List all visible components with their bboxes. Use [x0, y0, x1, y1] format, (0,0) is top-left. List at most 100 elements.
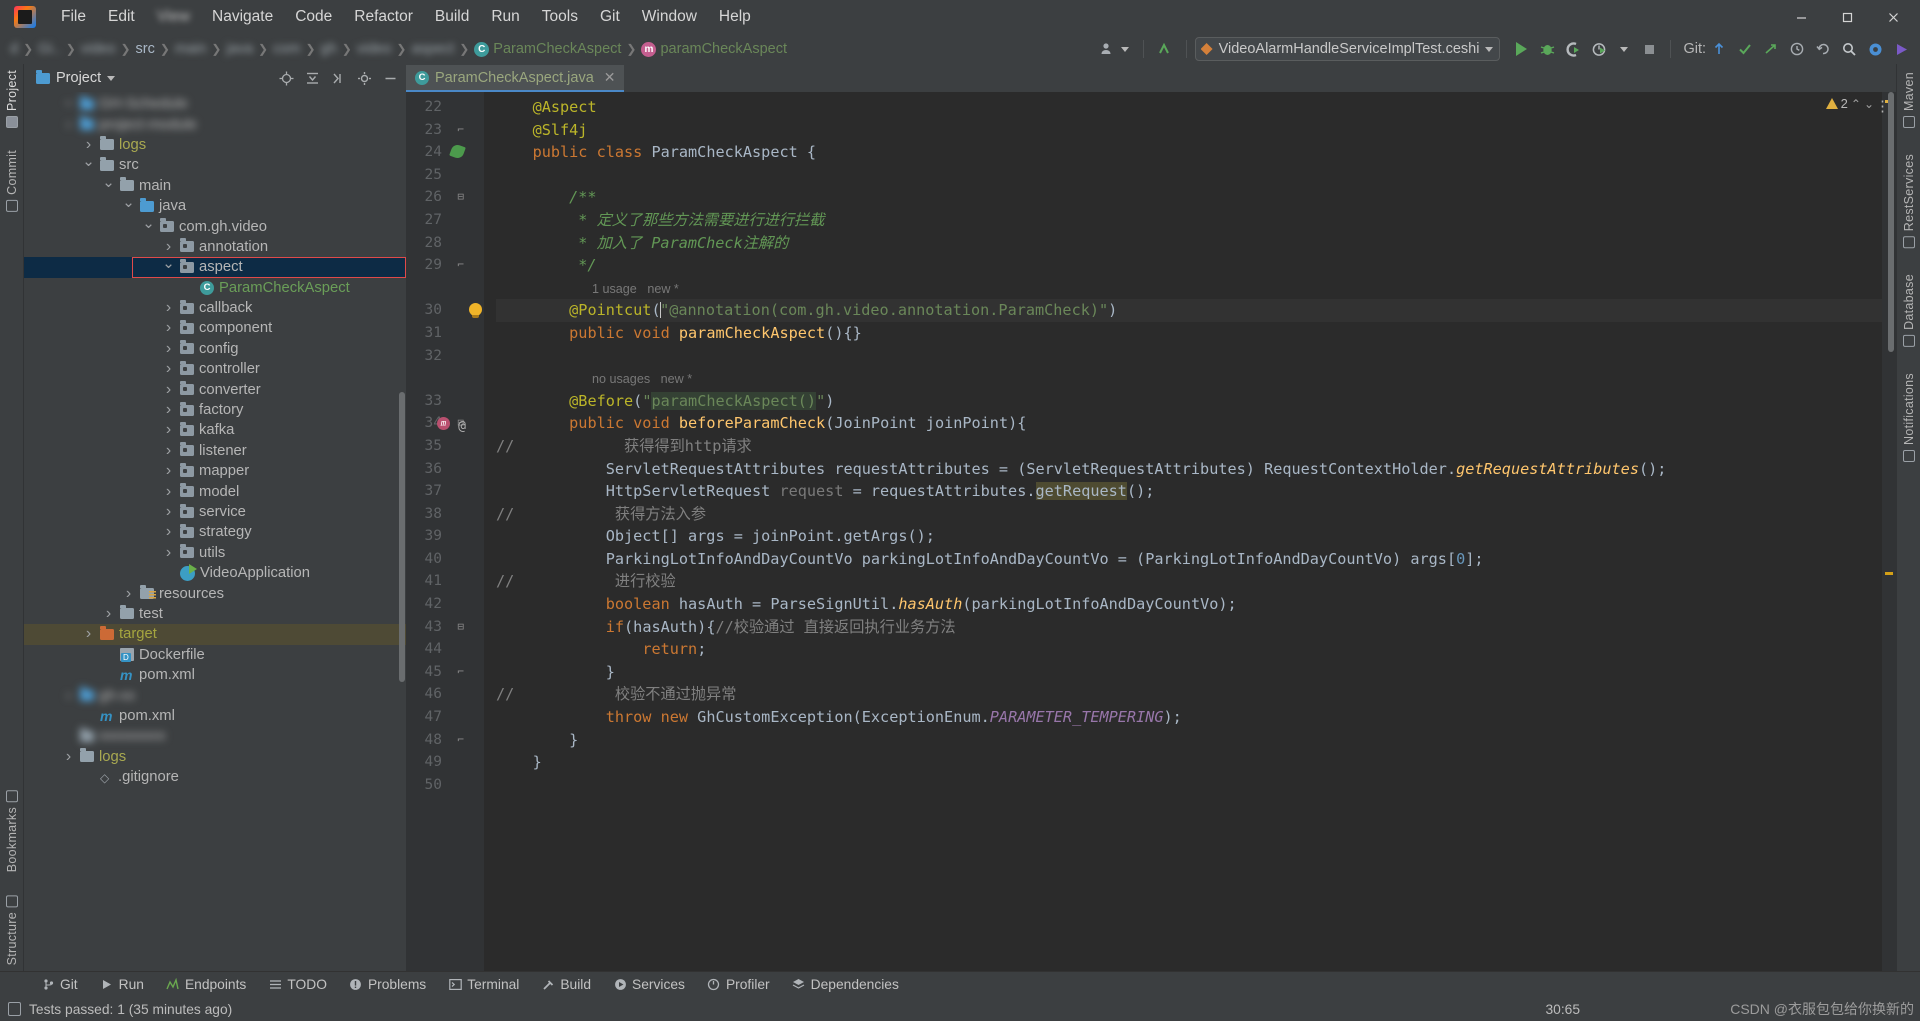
expand-arrow-icon[interactable] [102, 607, 115, 620]
tree-node-src[interactable]: src [24, 155, 406, 175]
breadcrumb-9[interactable]: aspect [411, 41, 454, 57]
expand-arrow-icon[interactable] [162, 506, 175, 519]
gutter-line[interactable] [406, 367, 484, 390]
locate-icon[interactable] [276, 68, 296, 88]
tree-node-kafka[interactable]: kafka [24, 420, 406, 440]
gutter-line[interactable]: 33 [406, 390, 484, 413]
tree-node-converter[interactable]: converter [24, 379, 406, 399]
code-line[interactable]: } [496, 751, 1882, 774]
tree-node-videoapplication[interactable]: VideoApplication [24, 563, 406, 583]
gutter-line[interactable]: 40 [406, 548, 484, 571]
code-hint-line[interactable]: no usages new * [496, 367, 1882, 390]
toolwindow-build[interactable]: Build [530, 972, 602, 998]
project-tree-scrollbar[interactable] [399, 392, 405, 682]
expand-arrow-icon[interactable] [162, 240, 175, 253]
sidebar-item-maven[interactable]: Maven [1902, 72, 1916, 129]
code-line[interactable] [496, 774, 1882, 797]
code-line[interactable]: @Before("paramCheckAspect()") [496, 390, 1882, 413]
gutter-line[interactable]: 46 [406, 683, 484, 706]
navigate-back-icon[interactable] [1152, 37, 1178, 61]
sidebar-item-database[interactable]: Database [1902, 274, 1916, 348]
intention-bulb-icon[interactable] [469, 303, 482, 319]
editor-marker-strip[interactable] [1882, 92, 1896, 971]
expand-icon[interactable] [328, 68, 348, 88]
menu-git[interactable]: Git [589, 4, 631, 30]
code-line[interactable]: } [496, 729, 1882, 752]
code-line[interactable]: Object[] args = joinPoint.getArgs(); [496, 525, 1882, 548]
tree-node-test[interactable]: test [24, 604, 406, 624]
tree-node-aspect[interactable]: aspect [24, 257, 406, 278]
expand-arrow-icon[interactable] [162, 404, 175, 417]
gutter-line[interactable]: 28 [406, 232, 484, 255]
expand-arrow-icon[interactable] [122, 587, 135, 600]
usage-hint[interactable]: no usages new * [592, 372, 692, 386]
tree-node-utils[interactable]: utils [24, 543, 406, 563]
editor-options-icon[interactable]: ⋮ [1875, 97, 1890, 115]
menu-build[interactable]: Build [424, 4, 480, 30]
code-line[interactable]: // 进行校验 [496, 570, 1882, 593]
close-button[interactable] [1870, 0, 1916, 34]
gear-icon[interactable] [354, 68, 374, 88]
menu-edit[interactable]: Edit [97, 4, 146, 30]
toolwindow-problems[interactable]: Problems [338, 972, 437, 998]
breadcrumb-7[interactable]: gh [321, 41, 337, 57]
code-line[interactable]: HttpServletRequest request = requestAttr… [496, 480, 1882, 503]
expand-arrow-icon[interactable] [162, 485, 175, 498]
expand-arrow-icon[interactable] [162, 302, 175, 315]
gutter-line[interactable] [406, 277, 484, 300]
breadcrumb-class[interactable]: ParamCheckAspect [493, 41, 621, 57]
expand-arrow-icon[interactable] [162, 465, 175, 478]
tree-node-service[interactable]: service [24, 502, 406, 522]
code-line[interactable]: public void paramCheckAspect(){} [496, 322, 1882, 345]
tree-node-pom-xml[interactable]: m pom.xml [24, 665, 406, 685]
breadcrumb-0[interactable]: d [10, 41, 18, 57]
gutter-line[interactable]: 47 [406, 706, 484, 729]
code-line[interactable]: @Pointcut("@annotation(com.gh.video.anno… [496, 299, 1882, 322]
tree-node-gh-xx[interactable]: gh-xx [24, 685, 406, 705]
sidebar-item-restservices[interactable]: RestServices [1902, 154, 1916, 249]
run-icon[interactable] [1508, 37, 1534, 61]
chevron-down-icon[interactable]: ⌄ [1864, 97, 1874, 111]
fold-end-icon[interactable]: ⌐ [453, 259, 464, 270]
tree-node-factory[interactable]: factory [24, 400, 406, 420]
gutter-line[interactable]: 30 [406, 299, 484, 322]
caret-position[interactable]: 30:65 [1545, 1002, 1580, 1017]
profiler-icon[interactable] [1586, 37, 1612, 61]
settings-icon[interactable] [1862, 37, 1888, 61]
chevron-down-icon[interactable] [1485, 46, 1494, 52]
menu-help[interactable]: Help [708, 4, 762, 30]
code-line[interactable]: public class ParamCheckAspect { [496, 141, 1882, 164]
run-with-coverage-icon[interactable] [1560, 37, 1586, 61]
fold-start-icon[interactable]: ⊟ [453, 191, 464, 202]
tree-node-controller[interactable]: controller [24, 359, 406, 379]
stop-icon[interactable] [1636, 37, 1662, 61]
expand-arrow-icon[interactable] [162, 526, 175, 539]
maximize-button[interactable] [1824, 0, 1870, 34]
run-configuration-selector[interactable]: VideoAlarmHandleServiceImplTest.ceshi [1194, 37, 1501, 61]
breadcrumb-6[interactable]: com [273, 41, 300, 57]
tree-node-config[interactable]: config [24, 339, 406, 359]
gutter-line[interactable]: 24 [406, 141, 484, 164]
tree-node-gh-schedule[interactable]: GH-Schedule [24, 94, 406, 114]
toolwindow-terminal[interactable]: Terminal [437, 972, 530, 998]
code-line[interactable]: // 校验不通过抛异常 [496, 683, 1882, 706]
tree-node-project-module[interactable]: project-module [24, 114, 406, 134]
gutter-line[interactable]: 22 [406, 96, 484, 119]
collapse-arrow-icon[interactable] [162, 261, 175, 274]
code-line[interactable] [496, 164, 1882, 187]
toolwindow-dependencies[interactable]: Dependencies [781, 972, 910, 998]
code-line[interactable]: } [496, 661, 1882, 684]
sidebar-item-structure[interactable]: Structure [5, 894, 19, 965]
toolwindow-endpoints[interactable]: Endpoints [155, 972, 257, 998]
editor-scrollbar[interactable] [1888, 92, 1894, 352]
menu-view[interactable]: View [146, 4, 201, 30]
expand-arrow-icon[interactable] [62, 750, 75, 763]
tree-node-listener[interactable]: listener [24, 441, 406, 461]
expand-arrow-icon[interactable] [82, 138, 95, 151]
collapse-arrow-icon[interactable] [142, 220, 155, 233]
code-line[interactable]: * 加入了 ParamCheck注解的 [496, 232, 1882, 255]
gutter-line[interactable]: 48 ⌐ [406, 729, 484, 752]
debug-icon[interactable] [1534, 37, 1560, 61]
code-line[interactable]: // 获得方法入参 [496, 503, 1882, 526]
gutter-line[interactable]: 32 [406, 345, 484, 368]
